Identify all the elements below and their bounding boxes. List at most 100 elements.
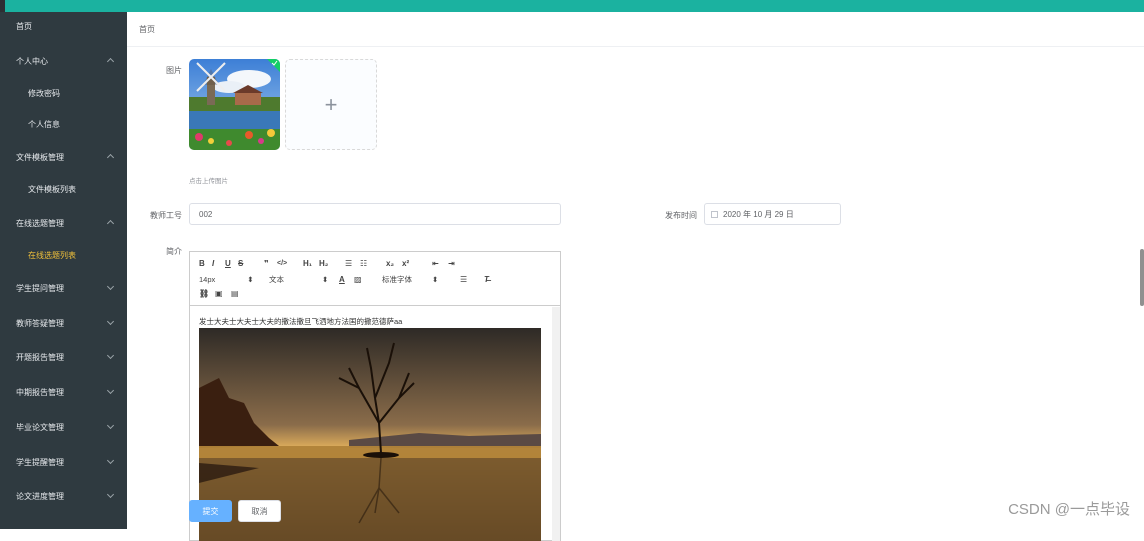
upload-hint: 点击上传图片	[189, 178, 228, 185]
toolbar-row-2: 14px ⬍ 文本 ⬍ A ▨ 标准字体 ⬍ ☰ T̶	[199, 274, 498, 285]
toolbar-row-1: B I U S ❞ </> H₁ H₂ ☰ ☷ x₂ x² ⇤ ⇥	[199, 259, 464, 268]
publish-time-datepicker[interactable]: 2020 年 10 月 29 日	[704, 203, 841, 225]
sidebar-item-label: 在线选题管理	[16, 218, 64, 228]
intro-label: 简介	[166, 247, 182, 256]
sidebar-menu: 首页个人中心修改密码个人信息文件模板管理文件模板列表在线选题管理在线选题列表学生…	[0, 12, 127, 529]
publish-time-label: 发布时间	[665, 211, 697, 220]
sidebar-item-label: 文件模板管理	[16, 152, 64, 162]
sidebar-item-label: 学生提问管理	[16, 283, 64, 293]
select-caret-icon: ⬍	[247, 275, 254, 284]
publish-time-value: 2020 年 10 月 29 日	[723, 209, 794, 219]
font-family-select[interactable]: 标准字体 ⬍	[382, 274, 460, 285]
bold-icon[interactable]: B	[199, 259, 212, 268]
sidebar-item-label: 个人中心	[16, 56, 48, 66]
font-family-value: 标准字体	[382, 275, 412, 284]
main-content: 首页 图片 + 点击上传图片 教师工号 002 发布时间 2020 年 10 月…	[127, 12, 1144, 541]
breadcrumb-divider	[127, 46, 1144, 47]
image-label: 图片	[166, 66, 182, 75]
text-type-value: 文本	[269, 275, 284, 284]
submit-button[interactable]: 提交	[189, 500, 232, 522]
bullet-list-icon[interactable]: ☷	[360, 259, 386, 268]
chevron-down-icon	[106, 351, 115, 360]
header2-icon[interactable]: H₂	[319, 259, 345, 268]
editor-scrollbar[interactable]	[552, 307, 560, 541]
superscript-icon[interactable]: x²	[402, 259, 432, 268]
editor-toolbar: B I U S ❞ </> H₁ H₂ ☰ ☷ x₂ x² ⇤ ⇥ 14px ⬍ …	[190, 252, 560, 306]
sidebar-item[interactable]: 个人中心	[0, 47, 127, 75]
sidebar-item[interactable]: 学生提醒管理	[0, 448, 127, 476]
sidebar-item[interactable]: 毕业论文管理	[0, 413, 127, 441]
uploaded-image-thumbnail[interactable]	[189, 59, 280, 150]
outdent-icon[interactable]: ⇤	[432, 259, 448, 268]
sidebar-item[interactable]: 文件模板管理	[0, 143, 127, 171]
page-scrollbar[interactable]	[1140, 249, 1144, 306]
teacher-id-input[interactable]: 002	[189, 203, 561, 225]
top-header-bar	[0, 0, 1144, 12]
sidebar-item[interactable]: 个人信息	[0, 110, 127, 138]
chevron-down-icon	[106, 490, 115, 499]
chevron-up-icon	[106, 153, 115, 162]
sidebar-item-label: 开题报告管理	[16, 352, 64, 362]
windmill-landscape-image	[189, 59, 280, 150]
sidebar-item[interactable]: 文件模板列表	[0, 175, 127, 203]
blockquote-icon[interactable]: ❞	[264, 259, 277, 268]
code-block-icon[interactable]: </>	[277, 260, 303, 267]
toolbar-row-3: ⛓ ▣ ▤	[199, 289, 247, 298]
select-caret-icon: ⬍	[322, 275, 329, 284]
sidebar-item[interactable]: 修改密码	[0, 79, 127, 107]
indent-icon[interactable]: ⇥	[448, 259, 464, 268]
background-color-icon[interactable]: ▨	[354, 275, 382, 284]
plus-icon: +	[324, 91, 338, 117]
rich-text-editor[interactable]: B I U S ❞ </> H₁ H₂ ☰ ☷ x₂ x² ⇤ ⇥ 14px ⬍ …	[189, 251, 561, 541]
chevron-down-icon	[106, 421, 115, 430]
clear-format-icon[interactable]: T̶	[484, 275, 498, 284]
underline-icon[interactable]: U	[225, 259, 238, 268]
sidebar-item-label: 首页	[16, 21, 32, 31]
sidebar-item-label: 毕业论文管理	[16, 422, 64, 432]
strike-icon[interactable]: S	[238, 259, 264, 268]
font-size-value: 14px	[199, 275, 216, 284]
sidebar-item[interactable]: 教师答疑管理	[0, 309, 127, 337]
header1-icon[interactable]: H₁	[303, 259, 319, 268]
chevron-down-icon	[106, 386, 115, 395]
ordered-list-icon[interactable]: ☰	[345, 259, 360, 268]
font-color-icon[interactable]: A	[339, 275, 354, 284]
sidebar-item-label: 在线选题列表	[28, 250, 76, 260]
image-icon[interactable]: ▣	[215, 289, 231, 298]
text-type-select[interactable]: 文本 ⬍	[269, 274, 339, 285]
upload-add-button[interactable]: +	[285, 59, 377, 150]
subscript-icon[interactable]: x₂	[386, 259, 402, 268]
chevron-down-icon	[106, 456, 115, 465]
editor-content-text: 发士大夫士大夫士大夫的撒法撒旦飞洒地方法国的撒范德萨aa	[199, 317, 403, 326]
sidebar-item-label: 修改密码	[28, 88, 60, 98]
align-icon[interactable]: ☰	[460, 275, 484, 284]
chevron-down-icon	[106, 317, 115, 326]
sidebar-item-label: 个人信息	[28, 119, 60, 129]
sidebar-item-label: 文件模板列表	[28, 184, 76, 194]
sidebar-item[interactable]: 论文进度管理	[0, 482, 127, 510]
sidebar-item[interactable]: 在线选题列表	[0, 241, 127, 269]
link-icon[interactable]: ⛓	[199, 289, 215, 298]
teacher-id-label: 教师工号	[150, 211, 182, 220]
chevron-up-icon	[106, 57, 115, 66]
sidebar-item[interactable]: 学生提问管理	[0, 274, 127, 302]
sidebar-item-label: 中期报告管理	[16, 387, 64, 397]
watermark-text: CSDN @一点毕设	[1008, 501, 1130, 518]
sidebar-item[interactable]: 首页	[0, 12, 127, 40]
cancel-button[interactable]: 取消	[238, 500, 281, 522]
sidebar-item[interactable]: 在线选题管理	[0, 209, 127, 237]
header-corner	[0, 0, 5, 12]
italic-icon[interactable]: I	[212, 259, 225, 268]
chevron-down-icon	[106, 282, 115, 291]
sidebar-item[interactable]: 中期报告管理	[0, 378, 127, 406]
select-caret-icon: ⬍	[432, 275, 439, 284]
breadcrumb[interactable]: 首页	[139, 24, 155, 35]
font-size-select[interactable]: 14px ⬍	[199, 275, 269, 284]
sidebar-item-label: 教师答疑管理	[16, 318, 64, 328]
calendar-icon	[711, 210, 718, 218]
sidebar-item-label: 论文进度管理	[16, 491, 64, 501]
sidebar-item-label: 学生提醒管理	[16, 457, 64, 467]
sidebar-item[interactable]: 开题报告管理	[0, 343, 127, 371]
chevron-up-icon	[106, 219, 115, 228]
video-icon[interactable]: ▤	[231, 289, 247, 298]
